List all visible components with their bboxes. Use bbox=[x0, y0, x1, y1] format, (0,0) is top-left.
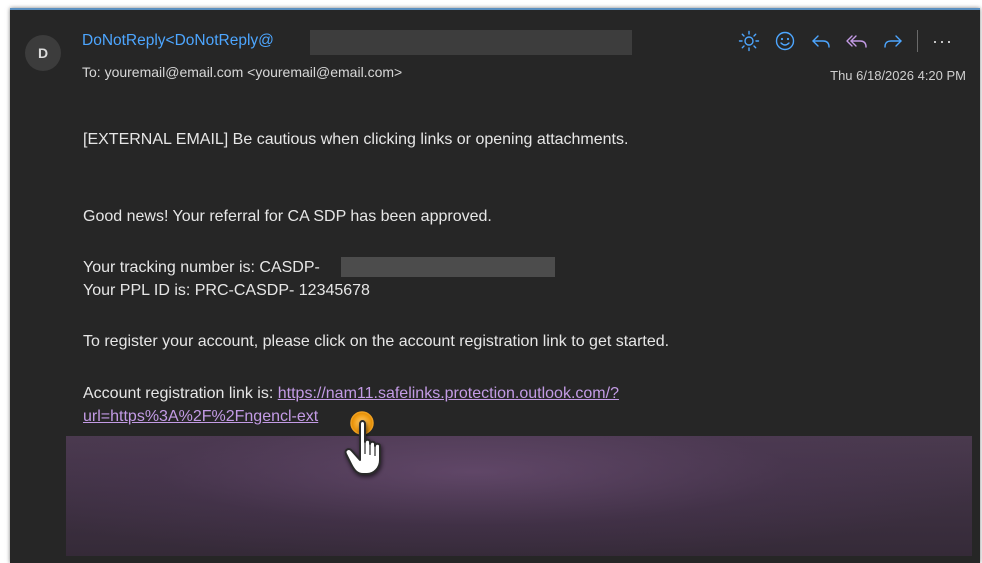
account-link-line-2: url=https%3A%2F%2Fngencl-ext bbox=[83, 408, 318, 426]
reply-icon[interactable] bbox=[807, 28, 835, 54]
email-reading-pane: D DoNotReply<DoNotReply@ To: youremail@e… bbox=[10, 8, 980, 563]
account-link-prefix: Account registration link is: bbox=[83, 385, 278, 402]
hand-pointer-icon bbox=[344, 411, 381, 475]
sender-avatar: D bbox=[25, 35, 61, 71]
referral-approved-text: Good news! Your referral for CA SDP has … bbox=[83, 208, 492, 225]
reply-all-icon[interactable] bbox=[843, 28, 871, 54]
redacted-sender-address bbox=[310, 30, 632, 55]
screenshot-frame: D DoNotReply<DoNotReply@ To: youremail@e… bbox=[0, 0, 982, 563]
emoji-icon[interactable] bbox=[771, 28, 799, 54]
brightness-icon[interactable] bbox=[735, 28, 763, 54]
external-email-warning: [EXTERNAL EMAIL] Be cautious when clicki… bbox=[83, 131, 629, 148]
redacted-tracking-number bbox=[341, 257, 555, 277]
account-registration-link[interactable]: https://nam11.safelinks.protection.outlo… bbox=[278, 385, 619, 402]
recipient-line: To: youremail@email.com <youremail@email… bbox=[82, 64, 403, 80]
account-link-line: Account registration link is: https://na… bbox=[83, 385, 619, 403]
toolbar-divider bbox=[917, 30, 918, 52]
blurred-content-area bbox=[66, 436, 972, 556]
forward-icon[interactable] bbox=[879, 28, 907, 54]
ppl-id-text: Your PPL ID is: PRC-CASDP- 12345678 bbox=[83, 282, 370, 299]
account-registration-link-continued[interactable]: url=https%3A%2F%2Fngencl-ext bbox=[83, 408, 318, 425]
more-icon[interactable]: ··· bbox=[932, 31, 953, 51]
sender-name[interactable]: DoNotReply<DoNotReply@ bbox=[82, 32, 274, 50]
register-instructions: To register your account, please click o… bbox=[83, 333, 670, 350]
message-actions-toolbar: ··· bbox=[735, 28, 953, 54]
received-date: Thu 6/18/2026 4:20 PM bbox=[830, 68, 966, 83]
tracking-number-text: Your tracking number is: CASDP- bbox=[83, 259, 320, 276]
